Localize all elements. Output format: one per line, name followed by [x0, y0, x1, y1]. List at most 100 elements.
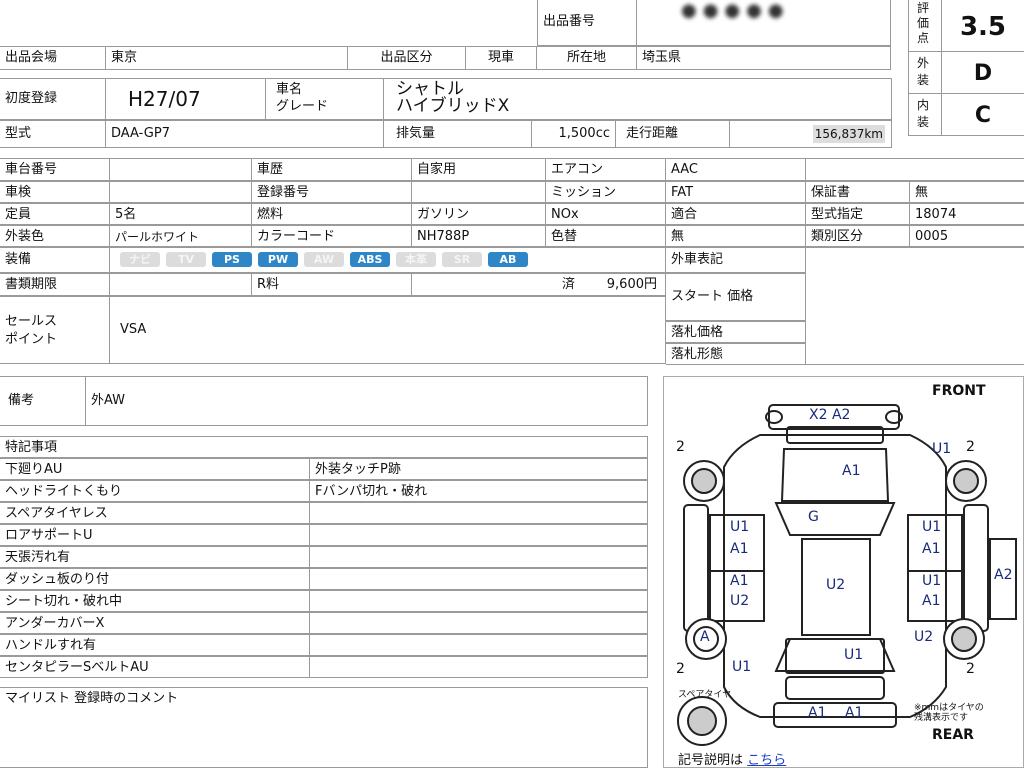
mileage-label: 走行距離: [616, 120, 730, 148]
color-code-value: NH788P: [412, 225, 546, 247]
category-value: 現車: [466, 46, 537, 70]
venue-label: 出品会場: [0, 46, 106, 70]
remarks-label: 備考: [0, 376, 86, 426]
mark-hood: A1: [842, 463, 861, 479]
type-designation-value: 18074: [910, 203, 1024, 225]
odometer-note-label: 外車表記: [666, 247, 806, 273]
special-note-left: ダッシュ板のり付: [0, 568, 310, 590]
mark-left-quarter: U1: [732, 659, 752, 675]
tire-note-line-2: 残溝表示です: [914, 713, 969, 723]
equipment-badge: SR: [442, 252, 482, 267]
special-note-right: [310, 524, 648, 546]
ac-value: AAC: [666, 158, 806, 181]
nox-value: 適合: [666, 203, 806, 225]
color-change-value: 無: [666, 225, 806, 247]
hood-shape: [780, 448, 890, 502]
model-label: 型式: [0, 120, 106, 148]
mark-right-front-wheel: U1: [932, 441, 952, 457]
mark-left-rear-wheel: A: [700, 629, 710, 645]
equipment-badge: AB: [488, 252, 528, 267]
car-name-label: 車名 グレード: [266, 78, 384, 120]
fuel-value: ガソリン: [412, 203, 546, 225]
lot-number-value: ●●●●●: [637, 0, 891, 46]
legend-link[interactable]: こちら: [747, 753, 786, 768]
sales-point-label-2: ポイント: [5, 332, 58, 347]
history-value: 自家用: [412, 158, 546, 181]
legend-label: 記号説明は: [678, 753, 744, 768]
class-label: 類別区分: [806, 225, 910, 247]
mission-label: ミッション: [546, 181, 666, 203]
special-note-left: センタピラーSベルトAU: [0, 656, 310, 678]
warranty-label: 保証書: [806, 181, 910, 203]
equipment-badge: 本革: [396, 252, 436, 267]
special-note-left: 天張汚れ有: [0, 546, 310, 568]
my-list-comment: マイリスト 登録時のコメント: [0, 687, 648, 768]
ac-label: エアコン: [546, 158, 666, 181]
capacity-value: 5名: [110, 203, 252, 225]
first-registration-label: 初度登録: [0, 78, 106, 120]
name-label: 車名: [276, 82, 303, 97]
mark-windshield: G: [808, 509, 819, 525]
equipment-badge: TV: [166, 252, 206, 267]
mark-right-front-door-1: U1: [922, 519, 942, 535]
equipment-badge: PS: [212, 252, 252, 267]
tire-depth-lf: 2: [676, 439, 685, 455]
tire-note: ※mmはタイヤの 残溝表示です: [914, 703, 984, 723]
location-value: 埼玉県: [637, 46, 891, 70]
reg-no-value: [412, 181, 546, 203]
special-note-right: 外装タッチP跡: [310, 458, 648, 480]
mark-bumper-front: X2 A2: [809, 407, 851, 423]
displacement-value: 1,500cc: [532, 120, 616, 148]
capacity-label: 定員: [0, 203, 110, 225]
interior-label: 内装: [908, 94, 942, 136]
winning-price-label: 落札価格: [666, 321, 806, 343]
color-change-label: 色替: [546, 225, 666, 247]
mark-right-front-door-2: A1: [922, 541, 941, 557]
warranty-value: 無: [910, 181, 1024, 203]
color-label: 外装色: [0, 225, 110, 247]
first-registration-value: H27/07: [106, 78, 266, 120]
special-note-left: ハンドルすれ有: [0, 634, 310, 656]
special-note-right: Fバンパ切れ・破れ: [310, 480, 648, 502]
color-value: パールホワイト: [110, 225, 252, 247]
chassis-label: 車台番号: [0, 158, 110, 181]
mark-right-rear-door-2: A1: [922, 593, 941, 609]
equipment-label: 装備: [0, 247, 110, 273]
mark-rear-glass: U1: [844, 647, 864, 663]
category-label: 出品区分: [348, 46, 466, 70]
color-code-label: カラーコード: [252, 225, 412, 247]
fuel-label: 燃料: [252, 203, 412, 225]
tire-note-line-1: ※mmはタイヤの: [914, 703, 984, 713]
front-label: FRONT: [932, 383, 986, 399]
car-name-value: シャトル ハイブリッドX: [384, 78, 892, 120]
exterior-value: D: [942, 52, 1024, 94]
special-note-right: [310, 612, 648, 634]
special-note-right: [310, 568, 648, 590]
reg-no-label: 登録番号: [252, 181, 412, 203]
interior-value: C: [942, 94, 1024, 136]
recycle-status: 済: [562, 277, 576, 292]
equipment-badges: ナビ TV PS PW AW ABS 本革 SR AB: [110, 247, 666, 273]
lot-number-label: 出品番号: [537, 0, 637, 46]
equipment-badge: PW: [258, 252, 298, 267]
location-label: 所在地: [537, 46, 637, 70]
sales-point-label: セールス ポイント: [0, 296, 110, 364]
mark-left-rear-door-2: U2: [730, 593, 750, 609]
special-note-left: ヘッドライトくもり: [0, 480, 310, 502]
special-note-left: ロアサポートU: [0, 524, 310, 546]
special-notes-title: 特記事項: [0, 436, 648, 458]
venue-value: 東京: [106, 46, 348, 70]
special-note-right: [310, 590, 648, 612]
grade-label: グレード: [276, 99, 329, 114]
winning-type-label: 落札形態: [666, 343, 806, 365]
special-note-right: [310, 634, 648, 656]
special-note-left: スペアタイヤレス: [0, 502, 310, 524]
mileage-value: 156,837km: [812, 125, 885, 143]
type-designation-label: 型式指定: [806, 203, 910, 225]
my-list-label: マイリスト 登録時のコメント: [5, 691, 179, 706]
mark-bumper-rear: A1 A1: [808, 705, 864, 721]
grade-value: ハイブリッドX: [396, 96, 510, 116]
equipment-badge: ナビ: [120, 252, 160, 267]
mark-left-front-door-1: U1: [730, 519, 750, 535]
exterior-label: 外装: [908, 52, 942, 94]
